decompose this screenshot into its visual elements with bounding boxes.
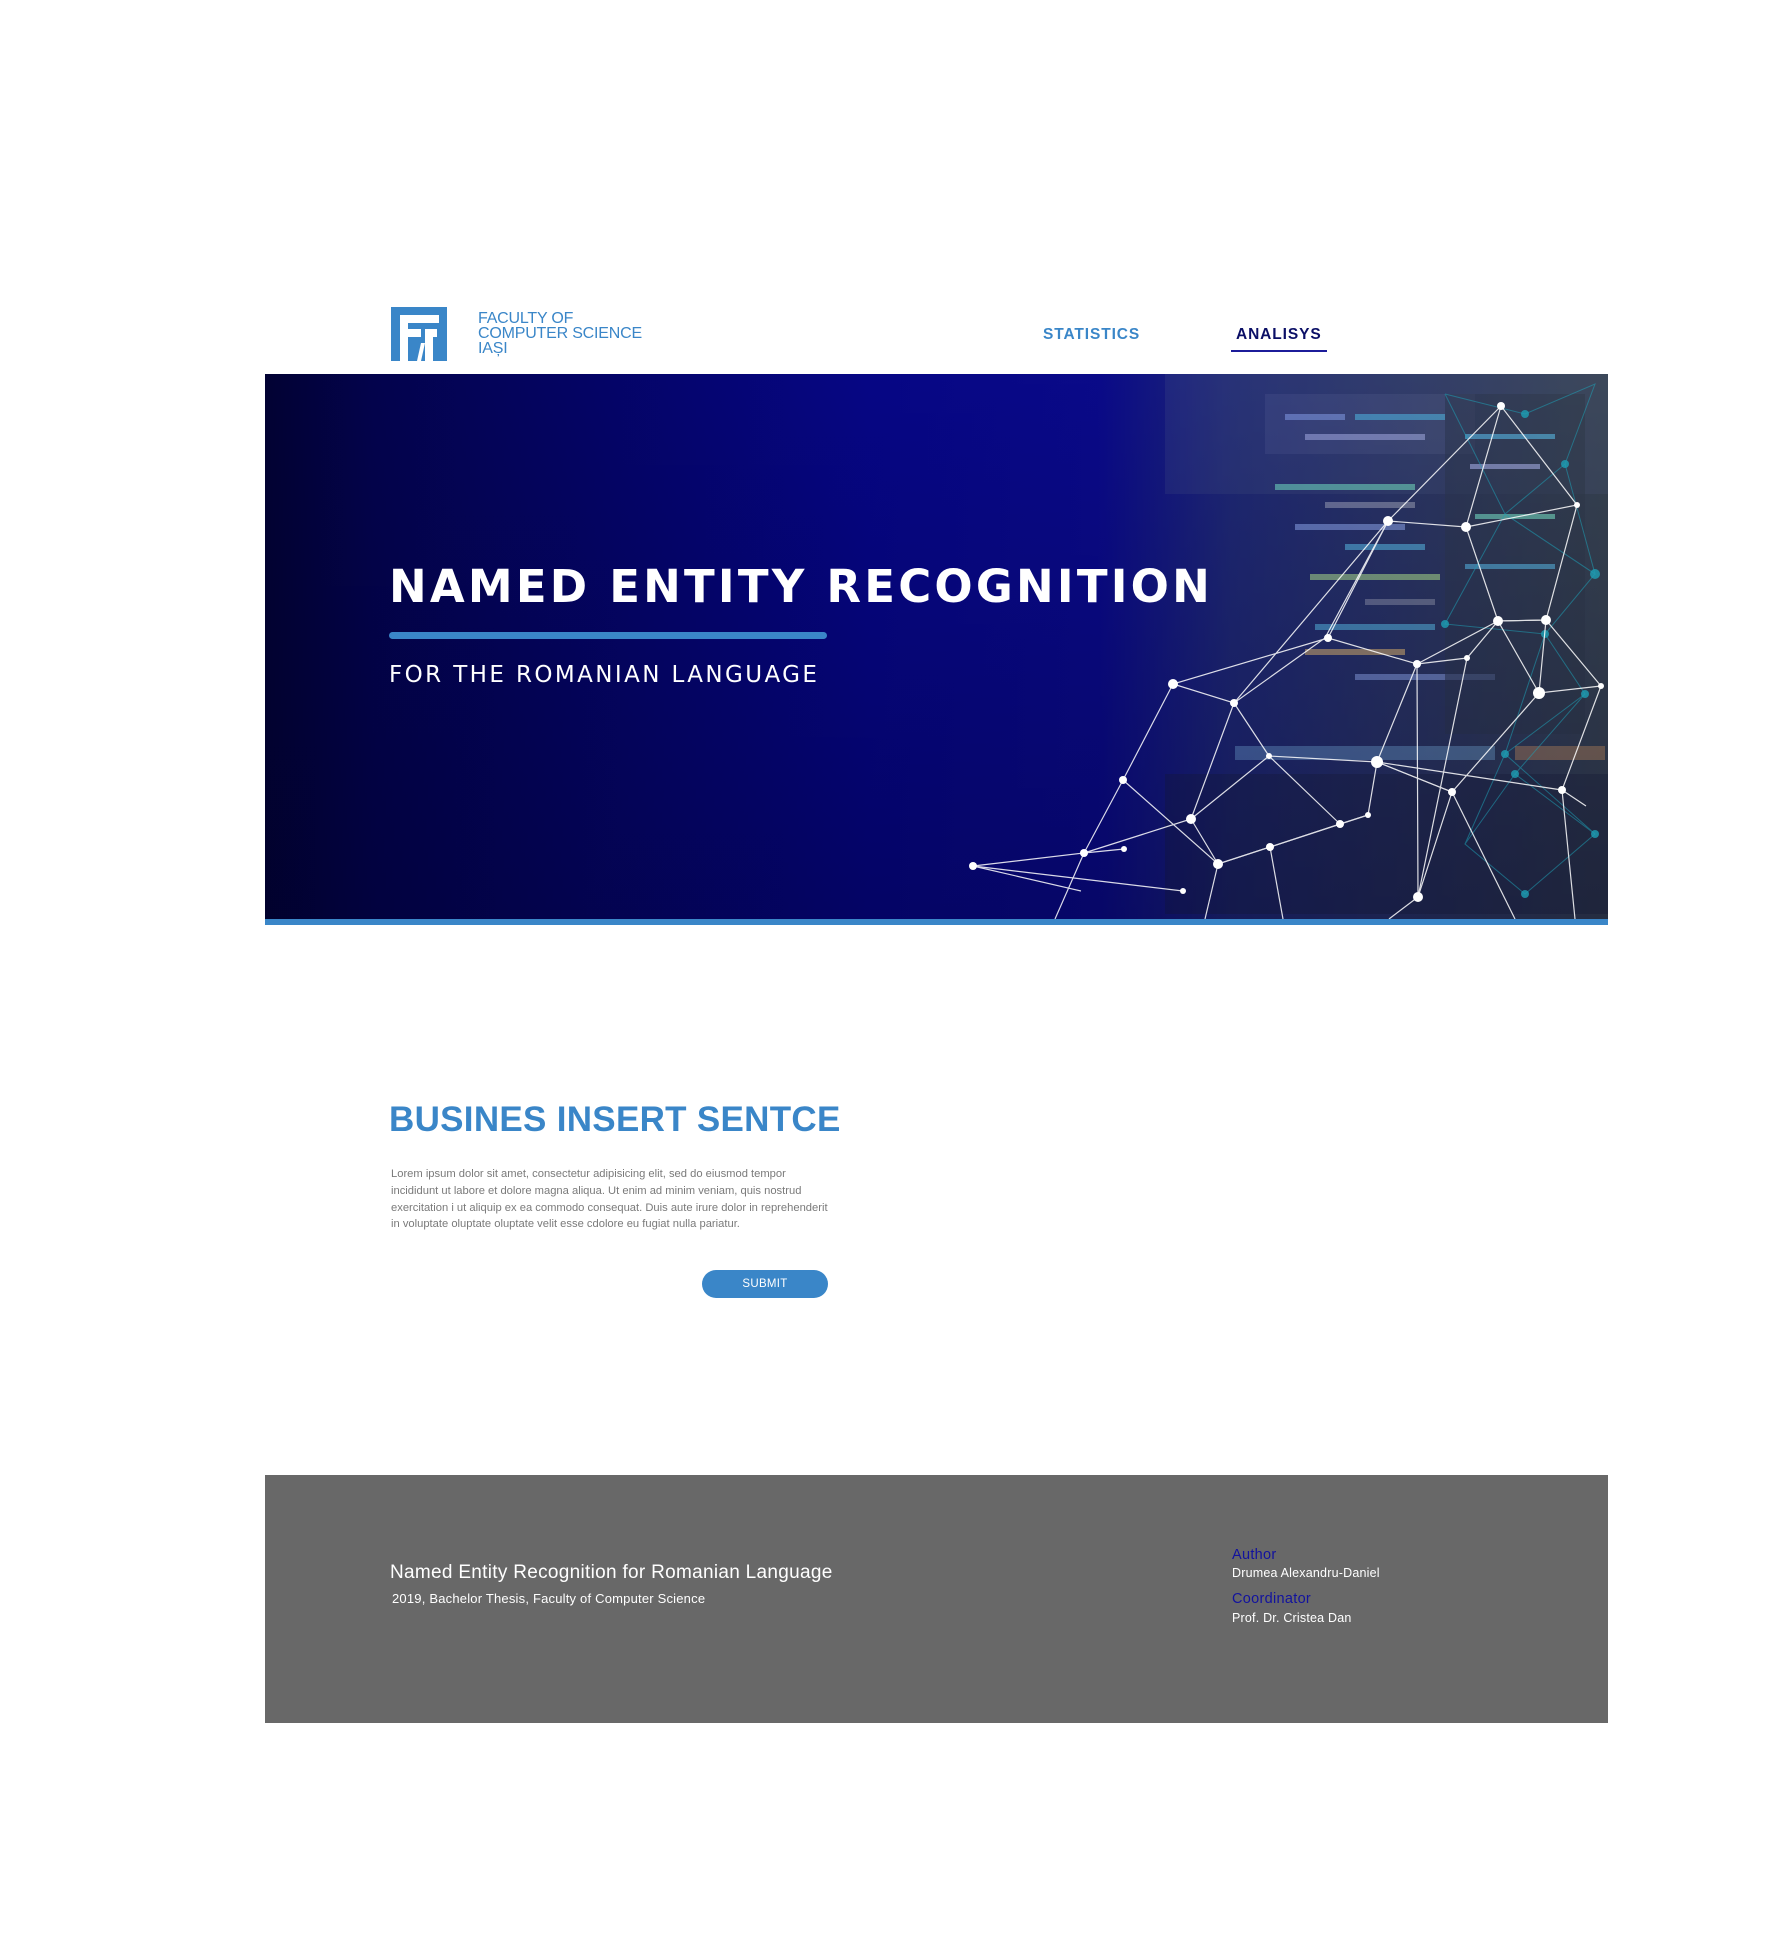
faculty-name-line-1: FACULTY OF — [478, 310, 574, 327]
hero-bottom-accent-bar — [265, 919, 1608, 925]
hero-network-background-image — [265, 374, 1608, 919]
nav-statistics-link[interactable]: STATISTICS — [1043, 326, 1140, 344]
author-name: Drumea Alexandru-Daniel — [1232, 1566, 1380, 1580]
section-body-text: Lorem ipsum dolor sit amet, consectetur … — [391, 1168, 828, 1231]
footer-subtitle: 2019, Bachelor Thesis, Faculty of Comput… — [392, 1591, 706, 1606]
faculty-name-line-2: COMPUTER SCIENCE — [478, 325, 642, 342]
faculty-name[interactable]: FACULTY OF COMPUTER SCIENCE IAȘI — [478, 310, 642, 357]
nav-analisys-link[interactable]: ANALISYS — [1231, 326, 1327, 352]
faculty-logo-icon[interactable] — [391, 307, 447, 361]
hero-banner: NAMED ENTITY RECOGNITION FOR THE ROMANIA… — [265, 374, 1608, 925]
hero-subtitle: FOR THE ROMANIAN LANGUAGE — [389, 662, 820, 688]
hero-title-underline — [389, 632, 827, 639]
site-header: FACULTY OF COMPUTER SCIENCE IAȘI STATIST… — [265, 300, 1608, 374]
hero-title: NAMED ENTITY RECOGNITION — [389, 560, 1213, 613]
site-footer: Named Entity Recognition for Romanian La… — [265, 1475, 1608, 1723]
footer-title: Named Entity Recognition for Romanian La… — [390, 1562, 833, 1583]
coordinator-label: Coordinator — [1232, 1591, 1312, 1607]
coordinator-name: Prof. Dr. Cristea Dan — [1232, 1611, 1352, 1625]
author-label: Author — [1232, 1547, 1277, 1563]
section-title: BUSINES INSERT SENTCE — [389, 1100, 841, 1139]
faculty-name-line-3: IAȘI — [478, 340, 508, 357]
submit-button[interactable]: SUBMIT — [702, 1270, 828, 1298]
